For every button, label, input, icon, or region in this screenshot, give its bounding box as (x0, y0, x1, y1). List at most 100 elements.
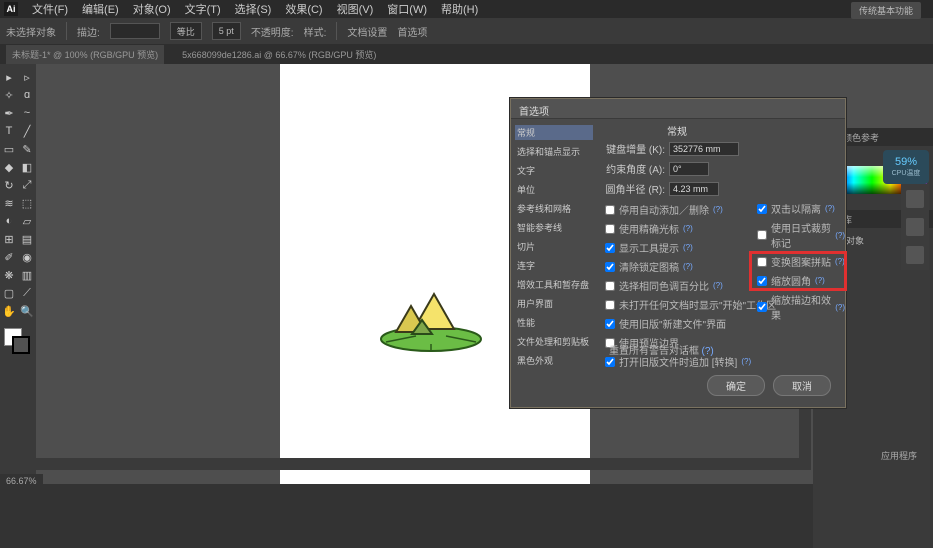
panel-icon-2[interactable] (906, 218, 924, 236)
cat-units[interactable]: 单位 (515, 182, 593, 197)
help-icon[interactable]: (?) (713, 281, 723, 290)
type-tool[interactable]: T (0, 122, 18, 140)
cat-file-handling[interactable]: 文件处理和剪贴板 (515, 334, 593, 349)
checkbox-input[interactable] (757, 257, 767, 267)
gradient-tool[interactable]: ▤ (18, 230, 36, 248)
cat-black[interactable]: 黑色外观 (515, 353, 593, 368)
artboard-tool[interactable]: ▢ (0, 284, 18, 302)
tab-other[interactable]: 5x668099de1286.ai @ 66.67% (RGB/GPU 预览) (176, 45, 382, 64)
panel-tab-color-guide[interactable]: 颜色参考 (843, 131, 879, 144)
checkbox-input[interactable] (757, 204, 767, 214)
cat-plugins[interactable]: 增效工具和暂存盘 (515, 277, 593, 292)
checkbox-input[interactable] (757, 302, 767, 312)
menu-help[interactable]: 帮助(H) (441, 1, 478, 17)
workspace-badge[interactable]: 传统基本功能 (851, 2, 921, 19)
eyedropper-tool[interactable]: ✐ (0, 248, 18, 266)
stroke-weight-input[interactable] (110, 23, 160, 39)
cat-general[interactable]: 常规 (515, 125, 593, 140)
checkbox-input[interactable] (757, 276, 767, 286)
lasso-tool[interactable]: ɑ (18, 86, 36, 104)
tab-active[interactable]: 未标题-1* @ 100% (RGB/GPU 预览) (6, 45, 164, 64)
doc-setup-button[interactable]: 文档设置 (347, 24, 387, 39)
reset-warnings-link[interactable]: 重置所有警告对话框 (?) (609, 342, 714, 357)
cat-selection[interactable]: 选择和锚点显示 (515, 144, 593, 159)
cancel-button[interactable]: 取消 (773, 375, 831, 396)
panel-icon-1[interactable] (906, 190, 924, 208)
zoom-tool[interactable]: 🔍 (18, 302, 36, 320)
menu-effect[interactable]: 效果(C) (285, 1, 322, 17)
line-tool[interactable]: ╱ (18, 122, 36, 140)
menu-type[interactable]: 文字(T) (185, 1, 221, 17)
panel-icon-3[interactable] (906, 246, 924, 264)
help-icon[interactable]: (?) (741, 357, 751, 366)
menu-window[interactable]: 窗口(W) (387, 1, 427, 17)
stroke-size-dropdown[interactable]: 5 pt (212, 22, 241, 40)
scrollbar-horizontal[interactable] (36, 458, 799, 470)
cat-type[interactable]: 文字 (515, 163, 593, 178)
help-icon[interactable]: (?) (835, 303, 845, 312)
kb-increment-input[interactable] (669, 142, 739, 156)
prefs-button[interactable]: 首选项 (397, 24, 427, 39)
paintbrush-tool[interactable]: ✎ (18, 140, 36, 158)
stroke-uniform-dropdown[interactable]: 等比 (170, 22, 202, 40)
free-transform-tool[interactable]: ⬚ (18, 194, 36, 212)
ok-button[interactable]: 确定 (707, 375, 765, 396)
checkbox-input[interactable] (605, 243, 615, 253)
mesh-tool[interactable]: ⊞ (0, 230, 18, 248)
shaper-tool[interactable]: ◆ (0, 158, 18, 176)
blend-tool[interactable]: ◉ (18, 248, 36, 266)
checkbox-input[interactable] (757, 230, 767, 240)
shape-builder-tool[interactable]: ◐ (0, 212, 18, 230)
checkbox-input[interactable] (605, 300, 615, 310)
fill-stroke-swatch[interactable] (0, 326, 36, 356)
checkbox-input[interactable] (605, 357, 615, 367)
help-icon[interactable]: (?) (683, 243, 693, 252)
menu-object[interactable]: 对象(O) (133, 1, 171, 17)
cat-smart-guides[interactable]: 智能参考线 (515, 220, 593, 235)
checkbox-input[interactable] (605, 224, 615, 234)
direct-selection-tool[interactable]: ▹ (18, 68, 36, 86)
cat-performance[interactable]: 性能 (515, 315, 593, 330)
checkbox-2[interactable]: 变换图案拼贴(?) (757, 254, 845, 269)
menu-edit[interactable]: 编辑(E) (82, 1, 119, 17)
scale-tool[interactable]: ⤢ (18, 176, 36, 194)
cat-guides[interactable]: 参考线和网格 (515, 201, 593, 216)
checkbox-1[interactable]: 使用日式裁剪标记(?) (757, 220, 845, 250)
selection-tool[interactable]: ▸ (0, 68, 18, 86)
checkbox-input[interactable] (605, 281, 615, 291)
curvature-tool[interactable]: ~ (18, 104, 36, 122)
cat-hyphenation[interactable]: 连字 (515, 258, 593, 273)
corner-input[interactable] (669, 182, 719, 196)
checkbox-3[interactable]: 缩放圆角(?) (757, 273, 845, 288)
pen-tool[interactable]: ✒ (0, 104, 18, 122)
help-icon[interactable]: (?) (835, 257, 845, 266)
symbol-sprayer-tool[interactable]: ❋ (0, 266, 18, 284)
hand-tool[interactable]: ✋ (0, 302, 18, 320)
menu-file[interactable]: 文件(F) (32, 1, 68, 17)
magic-wand-tool[interactable]: ✧ (0, 86, 18, 104)
stroke-swatch[interactable] (12, 336, 30, 354)
help-icon[interactable]: (?) (825, 204, 835, 213)
checkbox-0[interactable]: 双击以隔离(?) (757, 201, 845, 216)
eraser-tool[interactable]: ◧ (18, 158, 36, 176)
cat-slices[interactable]: 切片 (515, 239, 593, 254)
rectangle-tool[interactable]: ▭ (0, 140, 18, 158)
checkbox-4[interactable]: 缩放描边和效果(?) (757, 292, 845, 322)
checkbox-input[interactable] (605, 319, 615, 329)
rotate-tool[interactable]: ↻ (0, 176, 18, 194)
constrain-input[interactable] (669, 162, 709, 176)
help-icon[interactable]: (?) (683, 262, 693, 271)
help-icon[interactable]: (?) (683, 224, 693, 233)
status-zoom[interactable]: 66.67% (0, 474, 43, 490)
menu-select[interactable]: 选择(S) (235, 1, 272, 17)
help-icon[interactable]: (?) (815, 276, 825, 285)
checkbox-input[interactable] (605, 262, 615, 272)
perspective-tool[interactable]: ▱ (18, 212, 36, 230)
menu-view[interactable]: 视图(V) (337, 1, 374, 17)
slice-tool[interactable]: ⟋ (18, 284, 36, 302)
help-icon[interactable]: (?) (713, 205, 723, 214)
checkbox-input[interactable] (605, 205, 615, 215)
cat-ui[interactable]: 用户界面 (515, 296, 593, 311)
graph-tool[interactable]: ▥ (18, 266, 36, 284)
help-icon[interactable]: (?) (835, 231, 845, 240)
